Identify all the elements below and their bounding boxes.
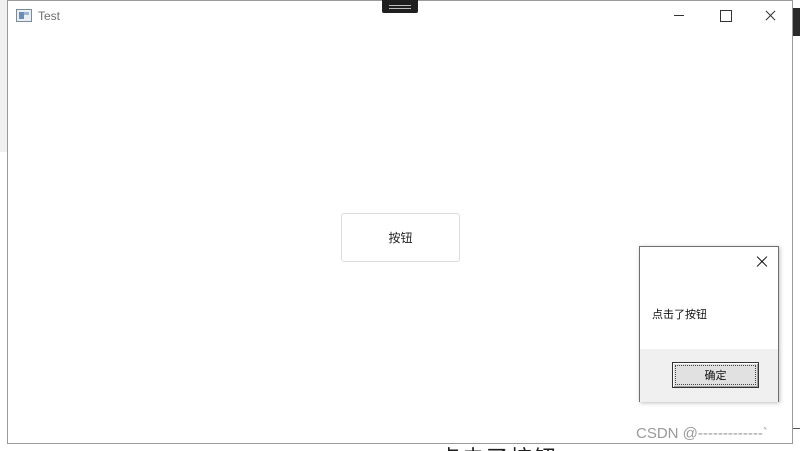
main-button[interactable]: 按钮 xyxy=(341,213,460,262)
background-divider xyxy=(793,428,800,429)
dialog-close-button[interactable] xyxy=(754,254,770,270)
desktop: 点击了按钮 Test 按钮 点击了按钮 确定 CSDN @-----------… xyxy=(0,0,800,451)
close-button[interactable] xyxy=(748,1,794,31)
maximize-button[interactable] xyxy=(702,1,748,31)
message-dialog: 点击了按钮 确定 xyxy=(639,246,779,402)
watermark: CSDN @-------------` xyxy=(636,425,768,442)
window-title: Test xyxy=(38,9,61,23)
minimize-button[interactable] xyxy=(656,1,702,31)
dialog-footer: 确定 xyxy=(640,349,778,402)
app-icon xyxy=(16,9,32,22)
ok-button[interactable]: 确定 xyxy=(672,362,759,388)
drag-handle[interactable] xyxy=(382,0,418,13)
dialog-message: 点击了按钮 xyxy=(652,308,707,321)
